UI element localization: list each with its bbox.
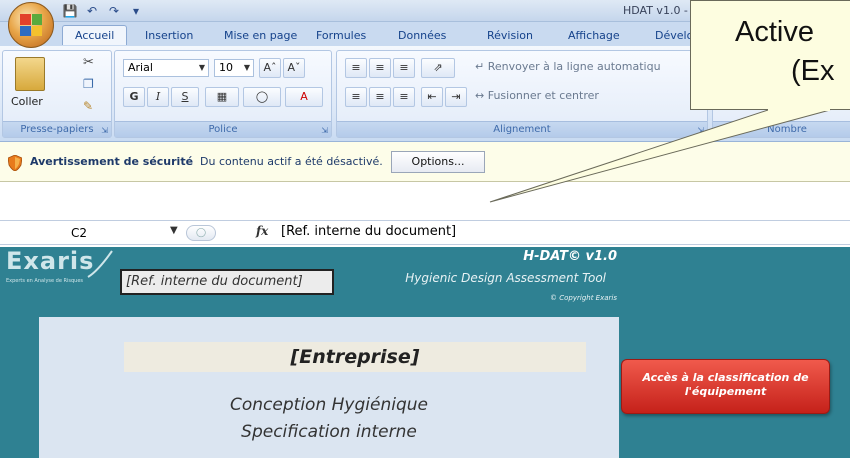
tab-formules[interactable]: Formules	[316, 26, 366, 46]
fill-color-button[interactable]: ◯	[243, 87, 281, 107]
conception-heading: Conception Hygiénique	[230, 395, 428, 415]
tab-developpeur[interactable]: Dévelo	[655, 26, 693, 46]
app-subtitle: Hygienic Design Assessment Tool	[405, 271, 606, 285]
format-painter-icon[interactable]: ✎	[83, 99, 93, 113]
name-box[interactable]: C2	[4, 223, 154, 243]
customize-icon[interactable]: ▾	[128, 3, 144, 19]
chevron-down-icon[interactable]: ▼	[170, 225, 178, 236]
ref-document-cell[interactable]: [Ref. interne du document]	[120, 269, 334, 295]
font-launcher-icon[interactable]: ⇲	[321, 126, 328, 135]
callout-line1: Active	[735, 16, 814, 48]
entreprise-cell[interactable]: [Entreprise]	[124, 342, 586, 372]
undo-icon[interactable]: ↶	[84, 3, 100, 19]
save-icon[interactable]: 💾	[62, 3, 78, 19]
access-classification-button[interactable]: Accès à la classification de l'équipemen…	[621, 359, 830, 414]
clipboard-group: Coller ✂ ❐ ✎ Presse-papiers ⇲	[2, 50, 112, 138]
circle-icon: ◯	[195, 228, 207, 238]
align-top-button[interactable]: ≡	[345, 58, 367, 78]
increase-indent-button[interactable]: ⇥	[445, 87, 467, 107]
tab-insertion[interactable]: Insertion	[145, 26, 193, 46]
office-button[interactable]	[8, 2, 54, 48]
cut-icon[interactable]: ✂	[83, 55, 94, 70]
alignment-launcher-icon[interactable]: ⇲	[697, 126, 704, 135]
clipboard-launcher-icon[interactable]: ⇲	[101, 126, 108, 135]
office-logo-icon	[20, 14, 42, 36]
merge-icon: ↔	[475, 89, 488, 102]
formula-bar: C2 ▼ ◯ fx [Ref. interne du document]	[0, 220, 850, 245]
borders-icon: ▦	[216, 90, 228, 103]
shrink-font-button[interactable]: Aˇ	[283, 58, 305, 78]
exaris-logo: Exaris	[6, 247, 95, 275]
insert-function-button[interactable]: fx	[256, 224, 268, 238]
font-group: Arial ▼ 10 ▼ Aˆ Aˇ G I S ▦ ◯ A Police ⇲	[114, 50, 332, 138]
callout-line2: (Ex	[791, 55, 835, 87]
align-center-button[interactable]: ≡	[369, 87, 391, 107]
merge-center-label: Fusionner et centrer	[487, 89, 599, 102]
redo-icon[interactable]: ↷	[106, 3, 122, 19]
bold-button[interactable]: G	[123, 87, 145, 107]
align-middle-button[interactable]: ≡	[369, 58, 391, 78]
align-right-button[interactable]: ≡	[393, 87, 415, 107]
cover-panel: [Entreprise] Conception Hygiénique Speci…	[39, 317, 619, 458]
app-title: H-DAT© v1.0	[523, 249, 617, 264]
tab-revision[interactable]: Révision	[487, 26, 533, 46]
number-group-label: Nombre	[713, 121, 850, 137]
orientation-icon: ⇗	[433, 61, 443, 74]
underline-button[interactable]: S	[171, 87, 199, 107]
font-group-label: Police	[115, 121, 331, 137]
orientation-button[interactable]: ⇗	[421, 58, 455, 78]
tab-accueil[interactable]: Accueil	[62, 25, 128, 45]
font-name-combo[interactable]: Arial ▼	[123, 59, 209, 77]
alignment-group-label: Alignement	[337, 121, 707, 137]
decrease-indent-button[interactable]: ⇤	[421, 87, 443, 107]
align-bottom-button[interactable]: ≡	[393, 58, 415, 78]
fill-color-icon: ◯	[255, 90, 269, 103]
borders-button[interactable]: ▦	[205, 87, 239, 107]
alignment-group: ≡ ≡ ≡ ⇗ ≡ ≡ ≡ ⇤ ⇥ ↵ Renvoyer à la ligne …	[336, 50, 708, 138]
worksheet-area: Exaris Experts en Analyse de Risques [Re…	[0, 247, 850, 458]
paste-icon[interactable]	[15, 57, 45, 91]
copy-icon[interactable]: ❐	[83, 77, 94, 91]
security-message: Du contenu actif a été désactivé.	[200, 155, 383, 168]
align-left-button[interactable]: ≡	[345, 87, 367, 107]
formula-input[interactable]: [Ref. interne du document]	[281, 224, 456, 239]
formula-resize-handle[interactable]: ◯	[186, 225, 216, 241]
specification-heading: Specification interne	[241, 422, 417, 442]
tab-affichage[interactable]: Affichage	[568, 26, 620, 46]
merge-center-button[interactable]: ↔ Fusionner et centrer	[475, 89, 599, 102]
exaris-tagline: Experts en Analyse de Risques	[6, 278, 84, 284]
options-button[interactable]: Options...	[391, 151, 485, 173]
italic-button[interactable]: I	[147, 87, 169, 107]
tab-mise-en-page[interactable]: Mise en page	[224, 26, 297, 46]
paste-button-label[interactable]: Coller	[11, 95, 43, 108]
font-size-combo[interactable]: 10 ▼	[214, 59, 254, 77]
shield-icon	[8, 155, 22, 171]
callout-box: Active (Ex	[690, 0, 850, 110]
font-name-value: Arial	[128, 61, 153, 74]
copyright-text: © Copyright Exaris	[550, 294, 617, 302]
clipboard-group-label: Presse-papiers	[3, 121, 111, 137]
grow-font-button[interactable]: Aˆ	[259, 58, 281, 78]
tab-donnees[interactable]: Données	[398, 26, 446, 46]
logo-swoosh-icon	[87, 250, 113, 278]
quick-access-toolbar: 💾 ↶ ↷ ▾	[62, 3, 144, 19]
security-warning-bar: Avertissement de sécurité Du contenu act…	[0, 142, 850, 182]
font-color-button[interactable]: A	[285, 87, 323, 107]
security-title: Avertissement de sécurité	[30, 155, 194, 168]
wrap-text-label: Renvoyer à la ligne automatiqu	[487, 60, 661, 73]
wrap-text-icon: ↵	[475, 60, 488, 73]
wrap-text-button[interactable]: ↵ Renvoyer à la ligne automatiqu	[475, 60, 661, 73]
font-size-value: 10	[219, 61, 233, 74]
